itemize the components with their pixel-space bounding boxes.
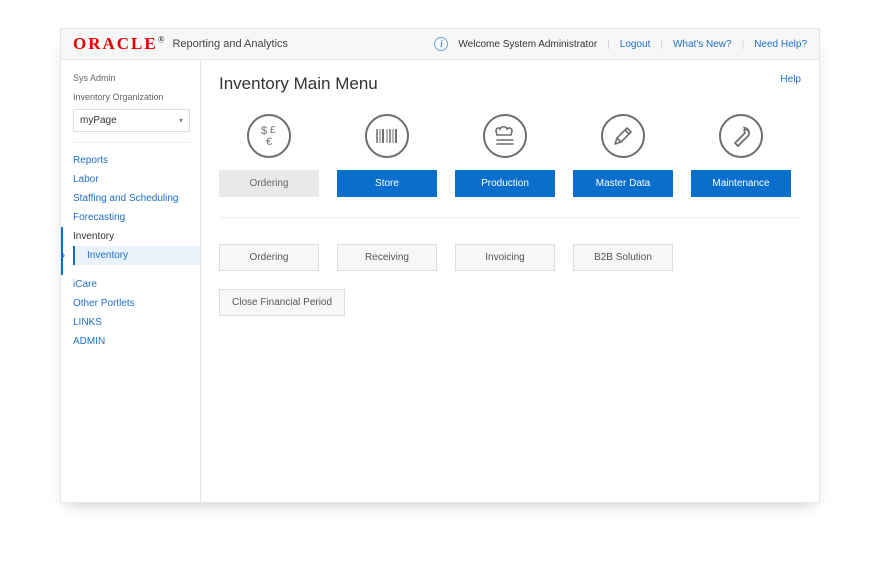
action-ordering[interactable]: Ordering: [219, 244, 319, 271]
sidebar-nav: Reports Labor Staffing and Scheduling Fo…: [73, 151, 200, 351]
chef-icon: [483, 114, 527, 158]
main-content: Inventory Main Menu Help $£€ Ordering St…: [201, 60, 819, 502]
nav-icare[interactable]: iCare: [73, 275, 200, 294]
action-invoicing[interactable]: Invoicing: [455, 244, 555, 271]
cat-production-button[interactable]: Production: [455, 170, 555, 197]
logout-link[interactable]: Logout: [620, 39, 651, 50]
subnav: Inventory: [81, 246, 200, 265]
cat-ordering-button[interactable]: Ordering: [219, 170, 319, 197]
chevron-down-icon: ▾: [179, 116, 183, 125]
help-link[interactable]: Help: [780, 74, 801, 85]
action-close-period[interactable]: Close Financial Period: [219, 289, 345, 316]
need-help-link[interactable]: Need Help?: [754, 39, 807, 50]
nav-admin[interactable]: ADMIN: [73, 332, 200, 351]
pencil-icon: [601, 114, 645, 158]
divider: [73, 142, 190, 143]
sidebar: Sys Admin Inventory Organization myPage …: [61, 60, 201, 502]
app-body: Sys Admin Inventory Organization myPage …: [61, 60, 819, 502]
nav-labor[interactable]: Labor: [73, 170, 200, 189]
cat-store-button[interactable]: Store: [337, 170, 437, 197]
nav-reports[interactable]: Reports: [73, 151, 200, 170]
svg-text:£: £: [270, 125, 276, 136]
page-title: Inventory Main Menu: [219, 74, 801, 94]
oracle-logo: ORACLE®: [73, 34, 166, 54]
page-select-value: myPage: [80, 115, 117, 126]
currency-icon: $£€: [247, 114, 291, 158]
whats-new-link[interactable]: What's New?: [673, 39, 732, 50]
nav-inventory[interactable]: Inventory Inventory: [61, 227, 200, 275]
nav-links[interactable]: LINKS: [73, 313, 200, 332]
nav-other-portlets[interactable]: Other Portlets: [73, 294, 200, 313]
category-row: $£€ Ordering Store Production: [219, 114, 801, 218]
cat-master-data-button[interactable]: Master Data: [573, 170, 673, 197]
info-icon[interactable]: i: [434, 37, 448, 51]
sidebar-user: Sys Admin: [73, 72, 200, 85]
wrench-icon: [719, 114, 763, 158]
app-window: ORACLE® Reporting and Analytics i Welcom…: [60, 28, 820, 503]
page-select[interactable]: myPage ▾: [73, 109, 190, 132]
cat-store: Store: [337, 114, 437, 197]
cat-maintenance-button[interactable]: Maintenance: [691, 170, 791, 197]
action-b2b[interactable]: B2B Solution: [573, 244, 673, 271]
welcome-text: Welcome System Administrator: [458, 39, 597, 50]
nav-forecasting[interactable]: Forecasting: [73, 208, 200, 227]
app-title: Reporting and Analytics: [172, 38, 288, 50]
cat-ordering: $£€ Ordering: [219, 114, 319, 197]
cat-maintenance: Maintenance: [691, 114, 791, 197]
cat-master-data: Master Data: [573, 114, 673, 197]
barcode-icon: [365, 114, 409, 158]
cat-production: Production: [455, 114, 555, 197]
action-receiving[interactable]: Receiving: [337, 244, 437, 271]
subnav-inventory[interactable]: Inventory: [73, 246, 200, 265]
nav-staffing[interactable]: Staffing and Scheduling: [73, 189, 200, 208]
action-row: Ordering Receiving Invoicing B2B Solutio…: [219, 244, 801, 316]
sidebar-org: Inventory Organization: [73, 91, 200, 104]
svg-text:€: €: [266, 136, 272, 148]
app-header: ORACLE® Reporting and Analytics i Welcom…: [61, 29, 819, 60]
header-right: i Welcome System Administrator | Logout …: [434, 37, 807, 51]
